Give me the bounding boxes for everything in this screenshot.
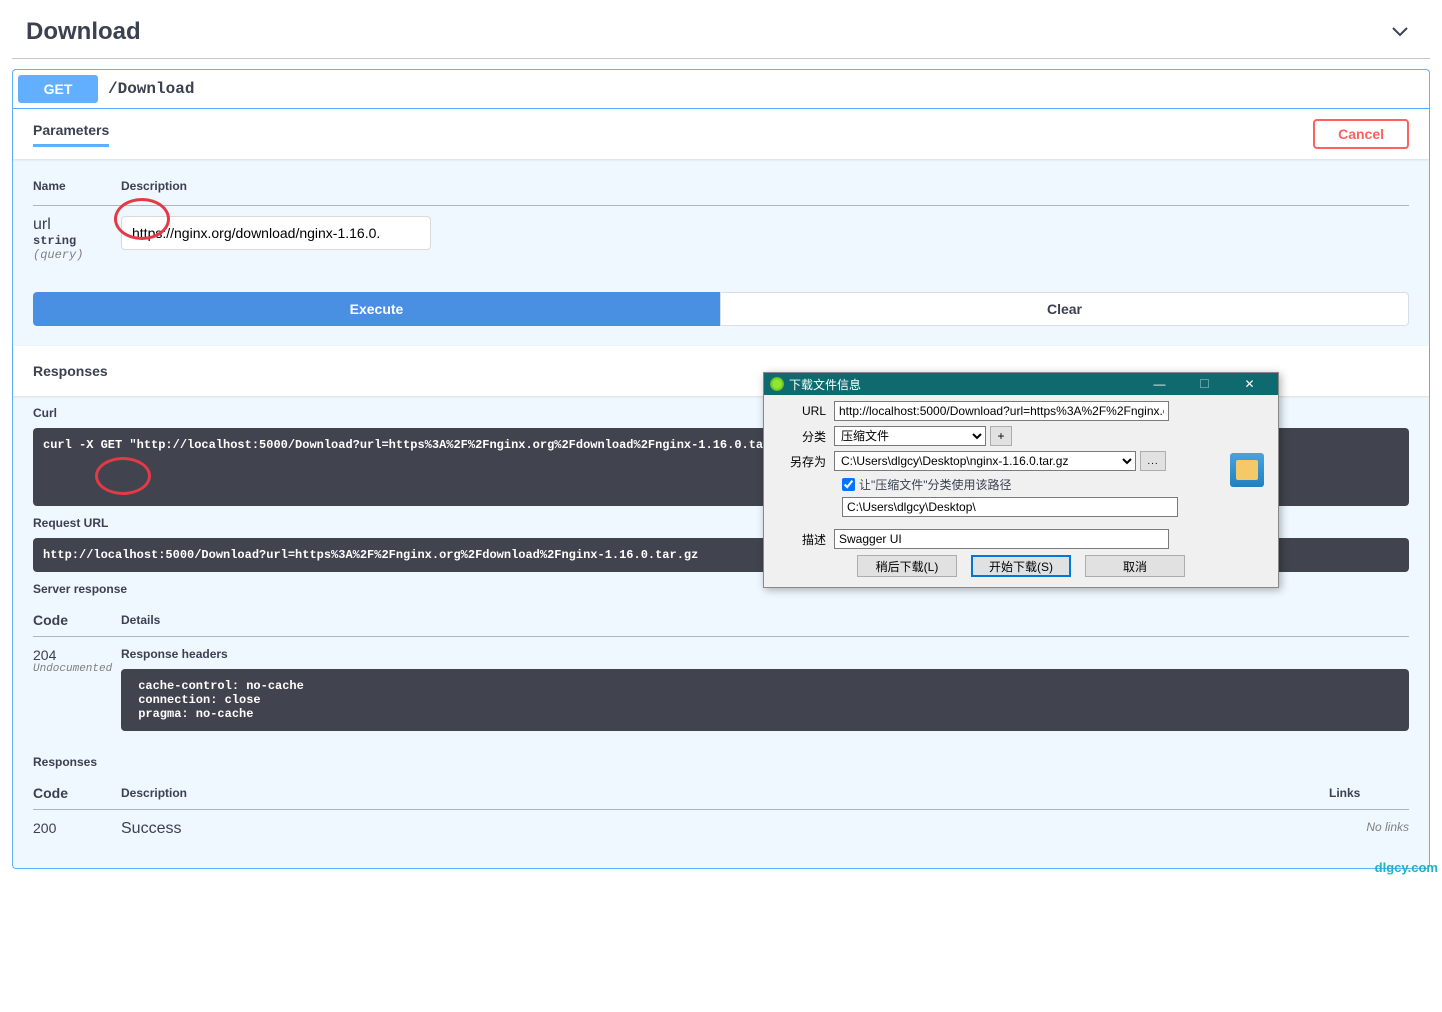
response-headers-label: Response headers (121, 647, 1409, 669)
column-code: Code (33, 604, 121, 637)
saveas-label: 另存为 (774, 453, 834, 470)
parameter-row: url string (query) (33, 206, 1409, 273)
response-headers-block[interactable]: cache-control: no-cache connection: clos… (121, 669, 1409, 731)
column-code: Code (33, 777, 121, 810)
url-label: URL (774, 404, 834, 418)
dialog-titlebar[interactable]: 下载文件信息 — ☐ ✕ (764, 373, 1278, 395)
zip-file-icon (1230, 453, 1264, 487)
response-row: 204 Undocumented Response headers cache-… (33, 637, 1409, 742)
idm-icon (770, 377, 784, 391)
category-select[interactable]: 压缩文件 (834, 426, 986, 446)
watermark: dlgcy.com (1375, 860, 1438, 875)
parameters-tab[interactable]: Parameters (33, 122, 109, 147)
desc-input[interactable] (834, 529, 1169, 549)
column-description: Description (121, 777, 1329, 810)
status-code: 204 (33, 647, 121, 663)
api-tag-title: Download (26, 18, 141, 46)
url-input[interactable] (121, 216, 431, 250)
browse-button[interactable]: ... (1140, 451, 1166, 471)
column-links: Links (1329, 777, 1409, 810)
response-description: Success (121, 810, 1329, 849)
status-code: 200 (33, 810, 121, 849)
minimize-icon[interactable]: — (1137, 374, 1182, 394)
desc-label: 描述 (774, 531, 834, 548)
response-row: 200 Success No links (33, 810, 1409, 849)
http-method-badge: GET (18, 75, 98, 103)
download-dialog: 下载文件信息 — ☐ ✕ URL 分类 压缩文件 + 另存为 C:\Users\… (763, 372, 1279, 588)
server-response-table: Code Details 204 Undocumented Response h… (33, 604, 1409, 741)
api-tag-header[interactable]: Download (12, 8, 1430, 59)
column-name: Name (33, 179, 121, 206)
operation-summary[interactable]: GET /Download (13, 70, 1429, 109)
endpoint-path: /Download (98, 80, 204, 98)
idm-url-input[interactable] (834, 401, 1169, 421)
param-type: string (33, 234, 121, 248)
chevron-down-icon (1390, 21, 1410, 44)
start-download-button[interactable]: 开始下载(S) (971, 555, 1071, 577)
cancel-button[interactable]: Cancel (1313, 119, 1409, 149)
path-input[interactable] (842, 497, 1178, 517)
saveas-select[interactable]: C:\Users\dlgcy\Desktop\nginx-1.16.0.tar.… (834, 451, 1136, 471)
response-links: No links (1329, 810, 1409, 849)
add-category-button[interactable]: + (990, 426, 1012, 446)
close-icon[interactable]: ✕ (1227, 374, 1272, 394)
checkbox-label: 让"压缩文件"分类使用该路径 (859, 476, 1012, 493)
execute-button[interactable]: Execute (33, 292, 720, 326)
maximize-icon[interactable]: ☐ (1182, 374, 1227, 394)
documented-responses-table: Code Description Links 200 Success No li… (33, 777, 1409, 848)
undocumented-label: Undocumented (33, 663, 121, 675)
clear-button[interactable]: Clear (720, 292, 1409, 326)
download-later-button[interactable]: 稍后下载(L) (857, 555, 957, 577)
parameters-table: Name Description url string (query) (33, 179, 1409, 272)
param-name: url (33, 216, 121, 234)
param-in: (query) (33, 248, 121, 262)
dialog-title: 下载文件信息 (789, 376, 861, 393)
column-details: Details (121, 604, 1409, 637)
category-label: 分类 (774, 428, 834, 445)
responses-heading: Responses (33, 363, 108, 379)
parameters-header: Parameters Cancel (13, 109, 1429, 159)
cancel-download-button[interactable]: 取消 (1085, 555, 1185, 577)
column-description: Description (121, 179, 1409, 206)
documented-responses-label: Responses (33, 741, 1409, 777)
use-path-checkbox[interactable] (842, 478, 855, 491)
